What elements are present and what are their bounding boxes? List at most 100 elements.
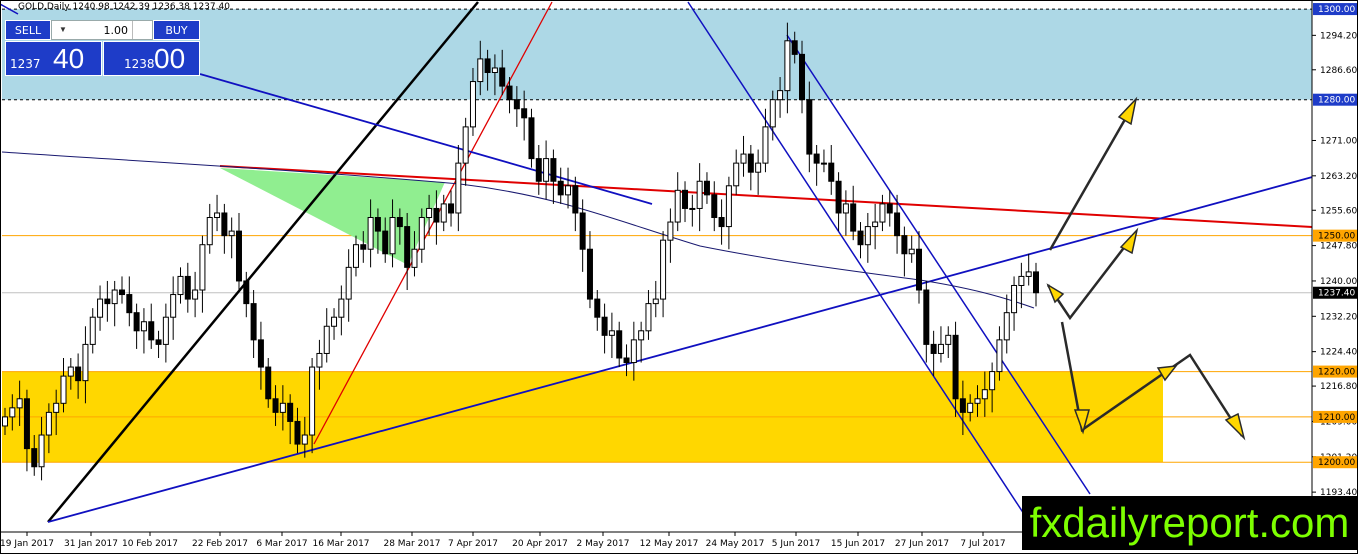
candle-body: [959, 398, 966, 413]
candle-body: [170, 294, 177, 318]
candle: [184, 262, 191, 313]
candle: [1033, 262, 1039, 307]
y-tick-label: 1224.40: [1320, 348, 1357, 358]
candle-body: [309, 366, 316, 436]
candle-body: [601, 316, 608, 336]
y-tick-label: 1294.20: [1320, 31, 1357, 41]
candle: [682, 181, 689, 223]
candle: [616, 321, 623, 368]
candle: [118, 276, 125, 304]
x-tick-label: 16 Mar 2017: [312, 539, 369, 549]
price-axis: 1294.20 1286.60 1271.00 1263.20 1255.60 1247.…: [1311, 0, 1358, 532]
candle-body: [872, 221, 879, 228]
candle-body: [235, 230, 242, 282]
candle: [352, 235, 359, 277]
y-tick-label: 1232.20: [1320, 312, 1357, 322]
level-tag-label: 1250.00: [1318, 232, 1355, 242]
candle-body: [1033, 271, 1039, 294]
y-tick-label: 1247.80: [1320, 242, 1357, 252]
candle-body: [418, 217, 425, 250]
candle: [1018, 262, 1025, 309]
candle: [235, 212, 242, 291]
candle-body: [535, 158, 542, 182]
candle: [842, 190, 849, 236]
blue-long-uptrend-line[interactable]: [47, 175, 1317, 523]
gold-daily-chart[interactable]: 1294.20 1286.60 1271.00 1263.20 1255.60 1247.…: [0, 0, 1358, 554]
candle: [126, 276, 133, 327]
candle-body: [916, 248, 923, 291]
buy-price-quote[interactable]: 1238 00: [103, 41, 200, 76]
candle-body: [214, 212, 221, 219]
lot-size-input[interactable]: [74, 21, 132, 39]
candle-body: [579, 212, 586, 250]
candle-body: [974, 398, 981, 404]
x-tick-label: 2 May 2017: [577, 539, 630, 549]
level-tag-label: 1220.00: [1318, 368, 1355, 378]
sell-price-big: 40: [53, 43, 85, 74]
candle-body: [82, 343, 89, 382]
x-tick-label: 24 May 2017: [706, 539, 765, 549]
candle-body: [374, 217, 381, 232]
candle-body: [140, 321, 147, 332]
candle: [733, 149, 740, 195]
one-click-trading-panel: SELL ▼ BUY 1237 40 1238 00: [5, 20, 200, 76]
x-tick-label: 28 Mar 2017: [383, 539, 440, 549]
candle-body: [791, 40, 798, 55]
arrow-path-upper[interactable]: [1048, 101, 1137, 251]
candle-body: [323, 325, 330, 354]
candle: [586, 231, 593, 309]
candle-body: [967, 402, 974, 413]
candle-body: [440, 203, 447, 223]
candle-body: [528, 117, 535, 160]
candle-body: [506, 85, 513, 101]
candle-body: [411, 248, 418, 268]
candle-body: [45, 411, 52, 436]
candle-body: [674, 189, 681, 223]
candle: [828, 145, 835, 195]
triangle-pattern[interactable]: [220, 168, 445, 265]
y-tick-label: 1216.80: [1320, 382, 1357, 392]
candle-body: [9, 407, 16, 418]
candle-body: [835, 180, 842, 214]
candle-body: [23, 398, 30, 450]
buy-price-small: 1238: [124, 57, 155, 71]
candle: [214, 194, 221, 232]
candle-body: [762, 126, 769, 164]
candle: [104, 280, 111, 322]
x-tick-label: 19 Jan 2017: [0, 539, 54, 549]
candle-body: [733, 162, 740, 187]
candle-body: [89, 316, 96, 345]
candle-body: [60, 375, 67, 404]
candle-body: [937, 343, 944, 354]
lot-dropdown-icon[interactable]: ▼: [52, 21, 75, 39]
candle: [703, 172, 710, 204]
candle-body: [331, 316, 338, 327]
x-tick-label: 7 Jul 2017: [960, 539, 1005, 549]
candle: [674, 172, 681, 232]
candle: [140, 308, 147, 354]
candle-body: [367, 217, 374, 250]
candle: [747, 145, 754, 191]
candle-body: [404, 226, 411, 268]
candle-body: [557, 180, 564, 196]
candle-body: [682, 189, 689, 209]
candle-body: [586, 248, 593, 300]
candle: [601, 303, 608, 354]
sell-button[interactable]: SELL: [5, 20, 51, 40]
candle: [857, 222, 864, 259]
sell-price-quote[interactable]: 1237 40: [5, 41, 102, 76]
candle-body: [879, 203, 886, 223]
candle-body: [989, 371, 996, 391]
candle-body: [206, 217, 213, 246]
candle-body: [952, 334, 959, 400]
candle-body: [382, 230, 389, 255]
candle-body: [126, 294, 133, 314]
candle-body: [996, 339, 1003, 373]
candle-body: [572, 185, 579, 214]
candle-body: [396, 217, 403, 228]
buy-button[interactable]: BUY: [153, 20, 200, 40]
candle: [937, 326, 944, 363]
candle-body: [199, 244, 206, 291]
candle-body: [477, 58, 484, 83]
lot-spinner-icon[interactable]: [132, 21, 153, 39]
